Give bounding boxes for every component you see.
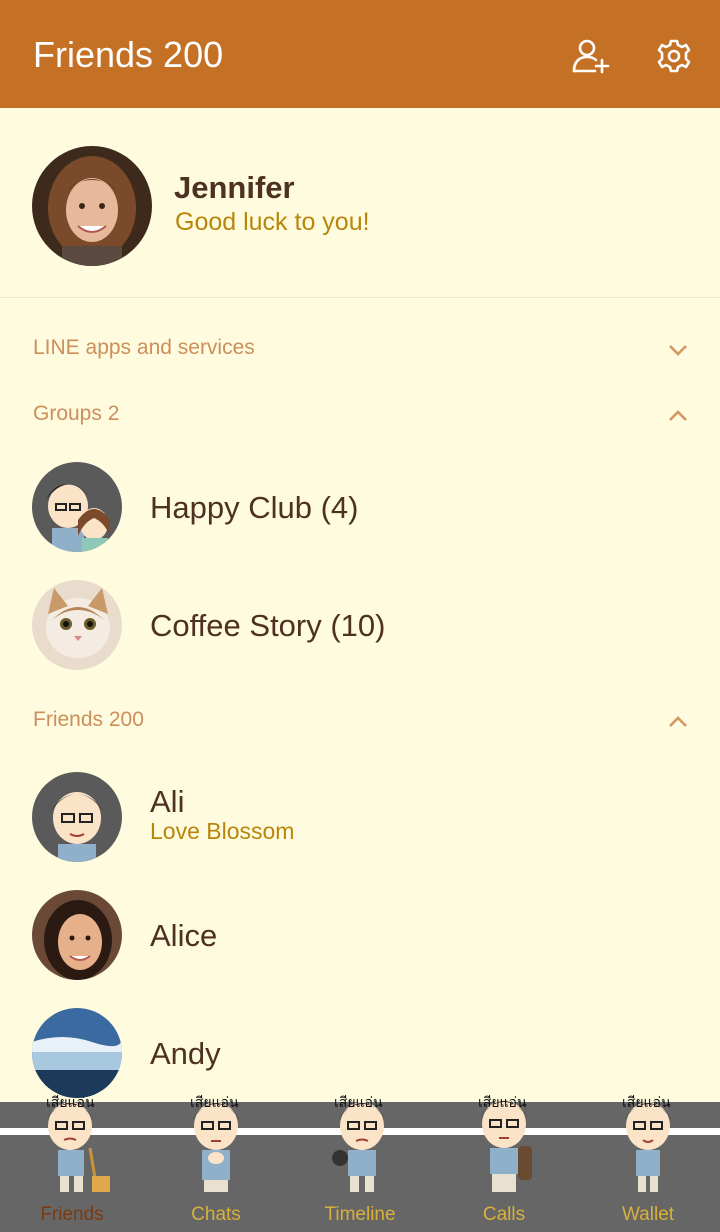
gear-icon[interactable]: [652, 34, 696, 78]
chevron-down-icon[interactable]: [666, 338, 690, 362]
tab-label: Calls: [482, 1204, 526, 1225]
tab-caption: เสียแอ่น: [622, 1095, 671, 1111]
avatar: [32, 890, 122, 980]
chevron-up-icon[interactable]: [666, 404, 690, 428]
profile-status-message: Good luck to you!: [175, 208, 370, 236]
section-label: LINE apps and services: [33, 336, 255, 359]
avatar[interactable]: [32, 146, 152, 266]
group-name: Happy Club (4): [150, 490, 359, 525]
tab-caption: เสียแอ่น: [190, 1095, 239, 1111]
avatar: [32, 772, 122, 862]
add-person-icon[interactable]: [568, 34, 612, 78]
group-name: Coffee Story (10): [150, 608, 386, 643]
list-item[interactable]: Coffee Story (10): [0, 566, 720, 684]
list-item[interactable]: Happy Club (4): [0, 448, 720, 566]
list-item[interactable]: Alice: [0, 876, 720, 994]
tab-chats[interactable]: เสียแอ่น Chats: [144, 1095, 288, 1232]
bottom-tab-bar: เสียแอ่น Friends เสียแอ่น Chats เสียแอ่น…: [0, 1095, 720, 1232]
chevron-up-icon[interactable]: [666, 710, 690, 734]
section-line-apps[interactable]: LINE apps and services: [0, 322, 720, 378]
friend-name: Ali: [150, 784, 185, 819]
tab-label: Timeline: [324, 1204, 396, 1225]
friend-status-message: Love Blossom: [150, 818, 295, 844]
section-label: Groups 2: [33, 402, 120, 425]
tab-calls[interactable]: เสียแอ่น Calls: [432, 1095, 576, 1232]
tab-caption: เสียแอ่น: [46, 1095, 95, 1111]
section-label: Friends 200: [33, 708, 144, 731]
avatar: [32, 580, 122, 670]
tab-friends[interactable]: เสียแอ่น Friends: [0, 1095, 144, 1232]
friend-name: Andy: [150, 1036, 221, 1071]
list-item[interactable]: Ali Love Blossom: [0, 758, 720, 876]
tab-wallet[interactable]: เสียแอ่น Wallet: [576, 1095, 720, 1232]
my-profile[interactable]: Jennifer Good luck to you!: [0, 108, 720, 298]
avatar: [32, 1008, 122, 1098]
page-title: Friends 200: [33, 34, 224, 75]
tab-label: Chats: [191, 1204, 241, 1225]
friend-name: Alice: [150, 918, 218, 953]
profile-name: Jennifer: [174, 170, 295, 205]
avatar: [32, 462, 122, 552]
app-header: Friends 200: [0, 0, 720, 108]
tab-caption: เสียแอ่น: [334, 1095, 383, 1111]
section-groups[interactable]: Groups 2: [0, 388, 720, 444]
tab-caption: เสียแอ่น: [478, 1095, 527, 1111]
section-friends[interactable]: Friends 200: [0, 694, 720, 750]
tab-label: Friends: [40, 1204, 104, 1225]
tab-label: Wallet: [621, 1204, 675, 1225]
tab-timeline[interactable]: เสียแอ่น Timeline: [288, 1095, 432, 1232]
